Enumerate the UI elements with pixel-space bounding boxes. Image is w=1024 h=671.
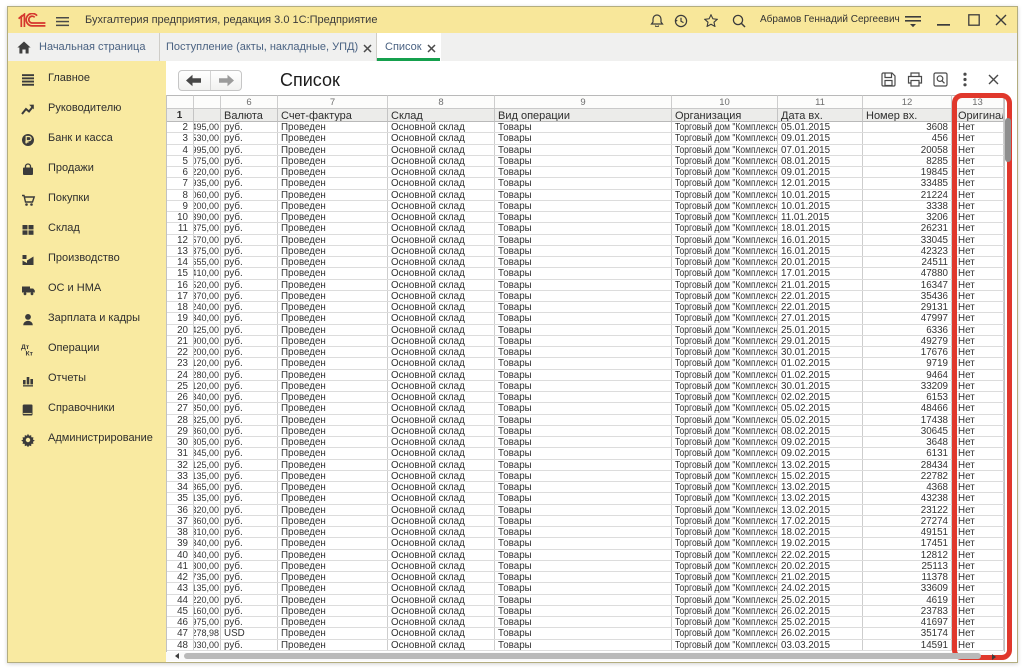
- svg-text:Кт: Кт: [26, 350, 34, 357]
